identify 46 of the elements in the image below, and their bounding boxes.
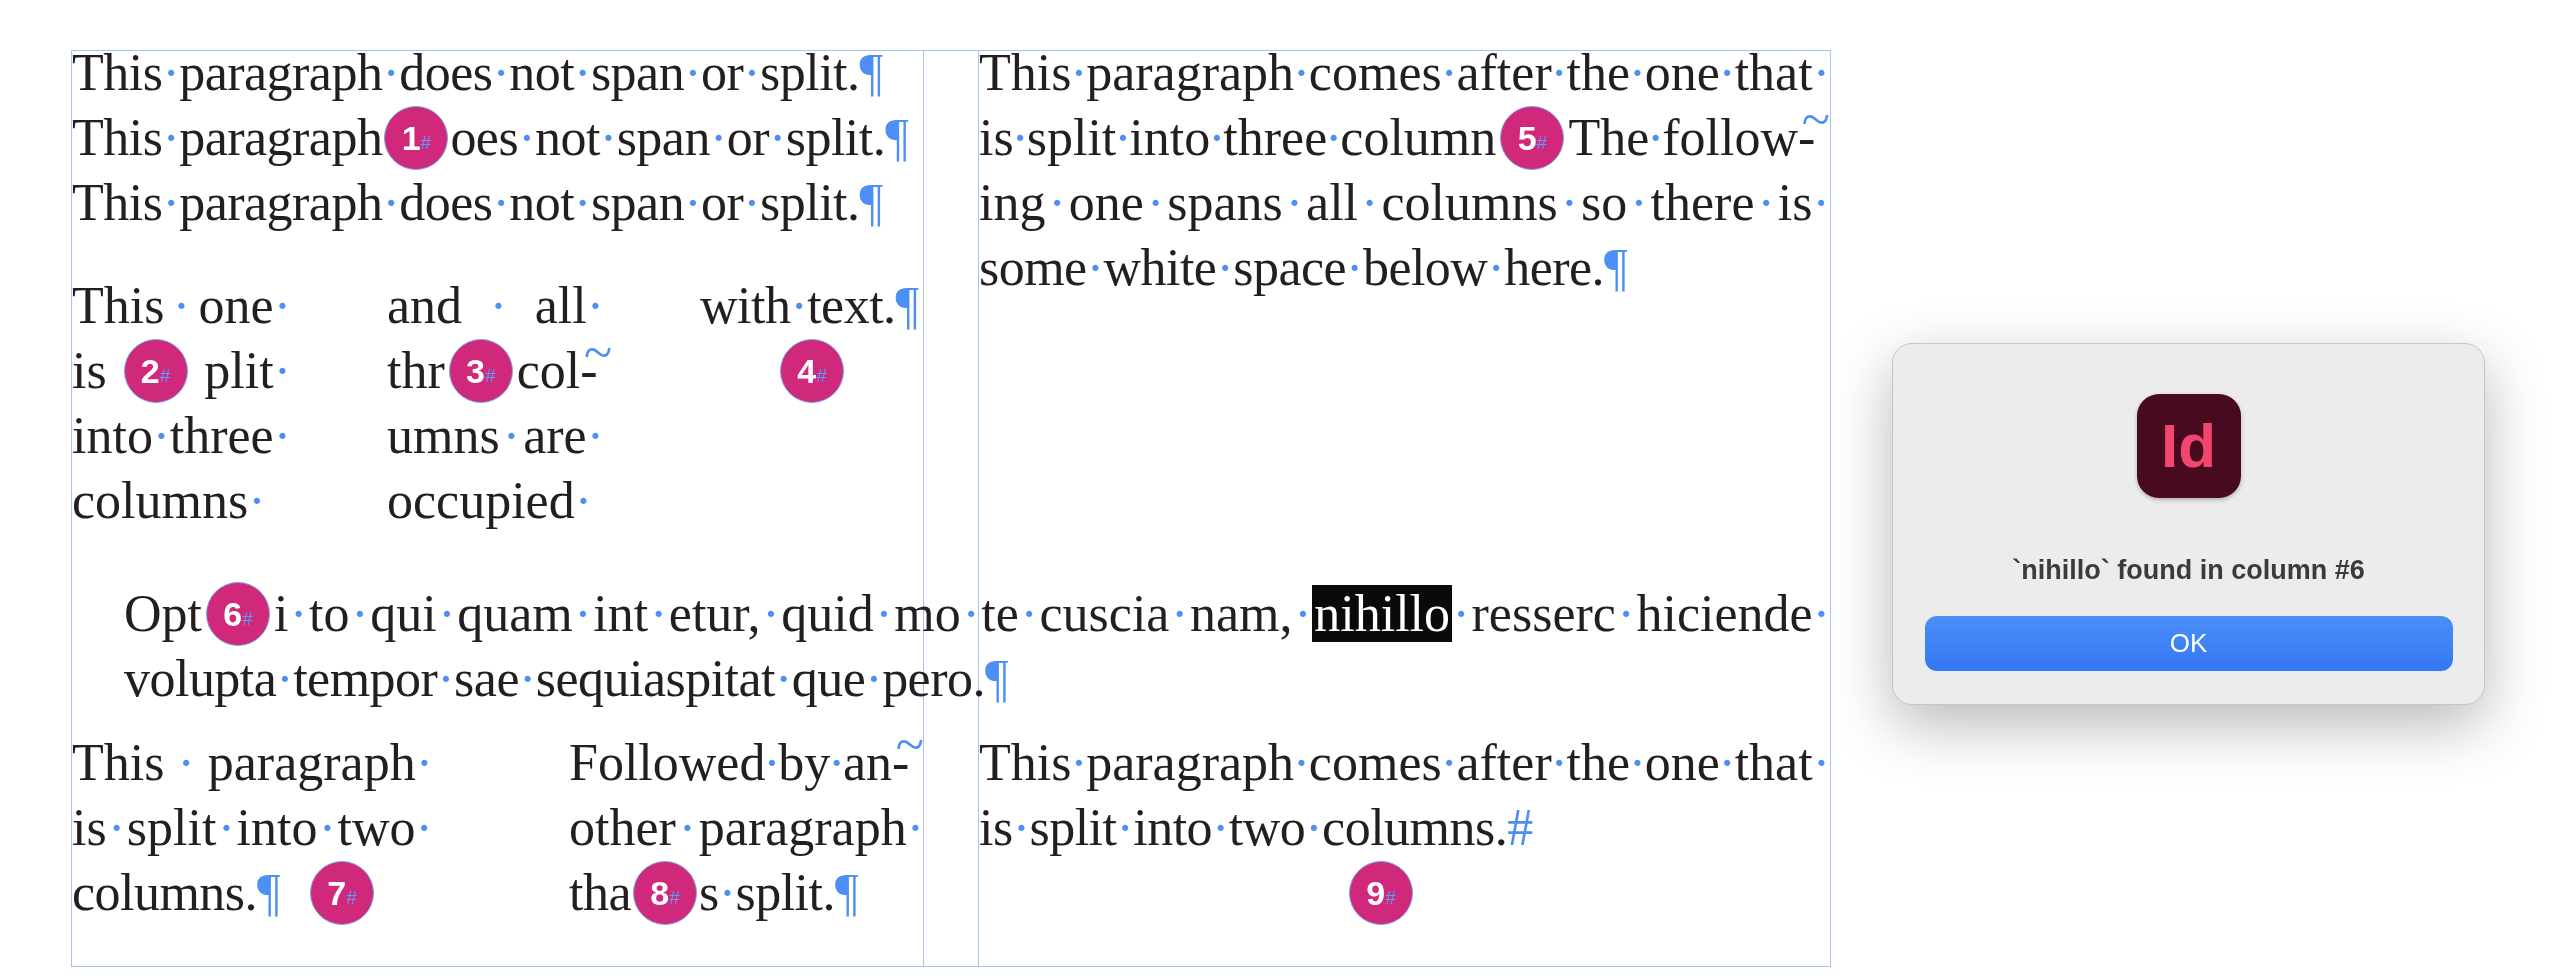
column-number-badge: 5# [1500,105,1565,170]
text-line: This·paragraph·comes·after·the·one·that· [979,733,1830,793]
text-fragment: s·split.¶ [698,863,858,923]
text-line: volupta·tempor·sae·sequiaspitat·que·pero.¶ [124,649,1008,709]
column-number-badge: 4# [780,338,844,403]
text-fragment: This·paragraph [72,108,383,168]
text-fragment: ·resserc·hiciende· [1456,584,1830,644]
text-line: This·paragraph·does·not·span·or·split.¶ [72,173,883,233]
text-line: and · all· [387,276,604,336]
app-logo: Id [2136,394,2241,498]
text-fragment: columns.¶ [72,863,281,923]
text-line: This·paragraph·does·not·span·or·split.¶ [72,43,883,103]
text-line: This · paragraph· [72,733,433,793]
column-number-badge: 3# [448,338,513,403]
text-fragment: is [72,341,107,401]
text-line: into·three· [72,406,291,466]
dialog-message: `nihillo` found in column #6 [2012,555,2365,585]
text-fragment: tha [569,863,631,923]
text-line: Followed·by·an-~ [569,730,924,793]
text-fragment: Opt [124,584,202,644]
text-line: columns· [72,471,266,531]
text-line: This·paragraph·comes·after·the·one·that· [979,43,1830,103]
text-fragment: oes·not·span·or·split.¶ [450,108,909,168]
text-line: This·one· [72,276,291,336]
column-number-badge: 6# [206,581,270,646]
text-fragment: is·split·into·three·column [979,108,1497,168]
text-fragment: thr [387,341,445,401]
text-line: with·text.¶ [700,276,919,336]
text-line: occupied· [387,471,592,531]
text-line: is·split·into·two·columns.# [979,798,1533,858]
column-number-badge: 1# [384,105,449,170]
text-line: some·white·space·below·here.¶ [979,238,1628,298]
column-number-badge: 7# [310,860,375,925]
text-fragment: The·follow-~ [1568,105,1830,168]
selected-text: nihillo [1312,585,1453,642]
text-line: is·split·into·two· [72,798,433,858]
text-line: umns·are· [387,406,604,466]
text-fragment: col-~ [516,338,613,401]
column-number-badge: 8# [632,860,697,925]
text-fragment: plit· [204,341,291,401]
text-line: other·paragraph· [569,798,924,858]
text-line: ing·one·spans·all·columns·so·there·is· [979,173,1830,233]
ok-button[interactable]: OK [1924,616,2453,671]
column-number-badge: 9# [1349,860,1413,925]
text-fragment: i·to·qui·quam·int·etur,·quid·mo·te·cuscia·nam,· [274,584,1309,644]
column-number-badge: 2# [123,338,188,403]
